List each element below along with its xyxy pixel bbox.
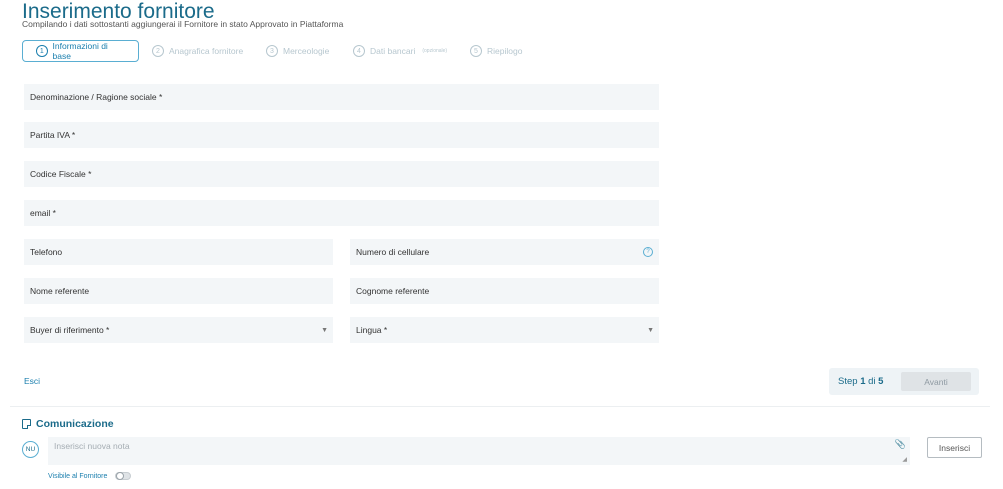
esci-link[interactable]: Esci [24, 376, 40, 386]
step-label: Dati bancari [370, 46, 416, 56]
question-circle-icon[interactable]: ? [643, 247, 653, 257]
avanti-button[interactable]: Avanti [901, 372, 971, 391]
step-informazioni-di-base[interactable]: 1 Informazioni di base [22, 40, 139, 62]
step-label: Informazioni di base [52, 41, 108, 61]
buyer-label: Buyer di riferimento * [30, 325, 110, 335]
lingua-label: Lingua * [356, 325, 388, 335]
chevron-down-icon: ▼ [321, 326, 328, 334]
step-prefix: Step [838, 376, 858, 387]
step-label: Riepilogo [487, 46, 523, 56]
denominazione-field[interactable]: Denominazione / Ragione sociale * [24, 84, 659, 110]
step-indicator: Step 1 di 5 Avanti [829, 368, 979, 395]
telefono-field[interactable]: Telefono [24, 239, 333, 265]
partita-iva-label: Partita IVA * [30, 130, 76, 140]
nota-textarea[interactable]: Inserisci nuova nota 📎 ◢ [48, 437, 910, 465]
chevron-down-icon: ▼ [647, 326, 654, 334]
avatar: NU [22, 441, 39, 458]
step-current: 1 [860, 376, 866, 387]
step-label: Merceologie [283, 46, 330, 56]
cellulare-field[interactable]: Numero di cellulare ? [350, 239, 659, 265]
step-number-icon: 2 [152, 45, 164, 57]
step-riepilogo[interactable]: 5 Riepilogo [470, 40, 522, 62]
email-label: email * [30, 208, 56, 218]
comunicazione-title: Comunicazione [36, 418, 114, 430]
cognome-referente-field[interactable]: Cognome referente [350, 278, 659, 304]
step-number-icon: 1 [36, 45, 48, 57]
toggle-knob [116, 472, 125, 480]
nota-placeholder: Inserisci nuova nota [54, 441, 130, 451]
comunicazione-heading: Comunicazione [22, 418, 114, 430]
codice-fiscale-field[interactable]: Codice Fiscale * [24, 161, 659, 187]
inserisci-button[interactable]: Inserisci [927, 437, 982, 458]
resize-handle-icon[interactable]: ◢ [902, 456, 907, 463]
step-number-icon: 4 [353, 45, 365, 57]
step-optional-note: (opzionale) [422, 48, 448, 54]
denominazione-label: Denominazione / Ragione sociale * [30, 92, 163, 102]
buyer-select[interactable]: Buyer di riferimento * ▼ [24, 317, 333, 343]
visibile-toggle[interactable] [115, 472, 132, 480]
step-label: Anagrafica fornitore [169, 46, 244, 56]
step-anagrafica-fornitore[interactable]: 2 Anagrafica fornitore [152, 40, 243, 62]
step-number-icon: 3 [266, 45, 278, 57]
telefono-label: Telefono [30, 247, 63, 257]
step-dati-bancari[interactable]: 4 Dati bancari (opzionale) [353, 40, 447, 62]
step-total: 5 [878, 376, 884, 387]
nome-referente-label: Nome referente [30, 286, 90, 296]
cellulare-label: Numero di cellulare [356, 247, 430, 257]
visibile-label: Visibile al Fornitore [48, 472, 108, 480]
note-icon [22, 419, 31, 429]
email-field[interactable]: email * [24, 200, 659, 226]
section-divider [10, 406, 990, 407]
cognome-referente-label: Cognome referente [356, 286, 430, 296]
paperclip-icon[interactable]: 📎 [895, 439, 906, 450]
nome-referente-field[interactable]: Nome referente [24, 278, 333, 304]
partita-iva-field[interactable]: Partita IVA * [24, 122, 659, 148]
step-number-icon: 5 [470, 45, 482, 57]
visibile-fornitore-row: Visibile al Fornitore [48, 472, 132, 480]
step-of: di [868, 376, 876, 387]
lingua-select[interactable]: Lingua * ▼ [350, 317, 659, 343]
codice-fiscale-label: Codice Fiscale * [30, 169, 92, 179]
step-counter: Step 1 di 5 [838, 376, 883, 387]
step-merceologie[interactable]: 3 Merceologie [266, 40, 329, 62]
page-subtitle: Compilando i dati sottostanti aggiungera… [22, 19, 344, 29]
